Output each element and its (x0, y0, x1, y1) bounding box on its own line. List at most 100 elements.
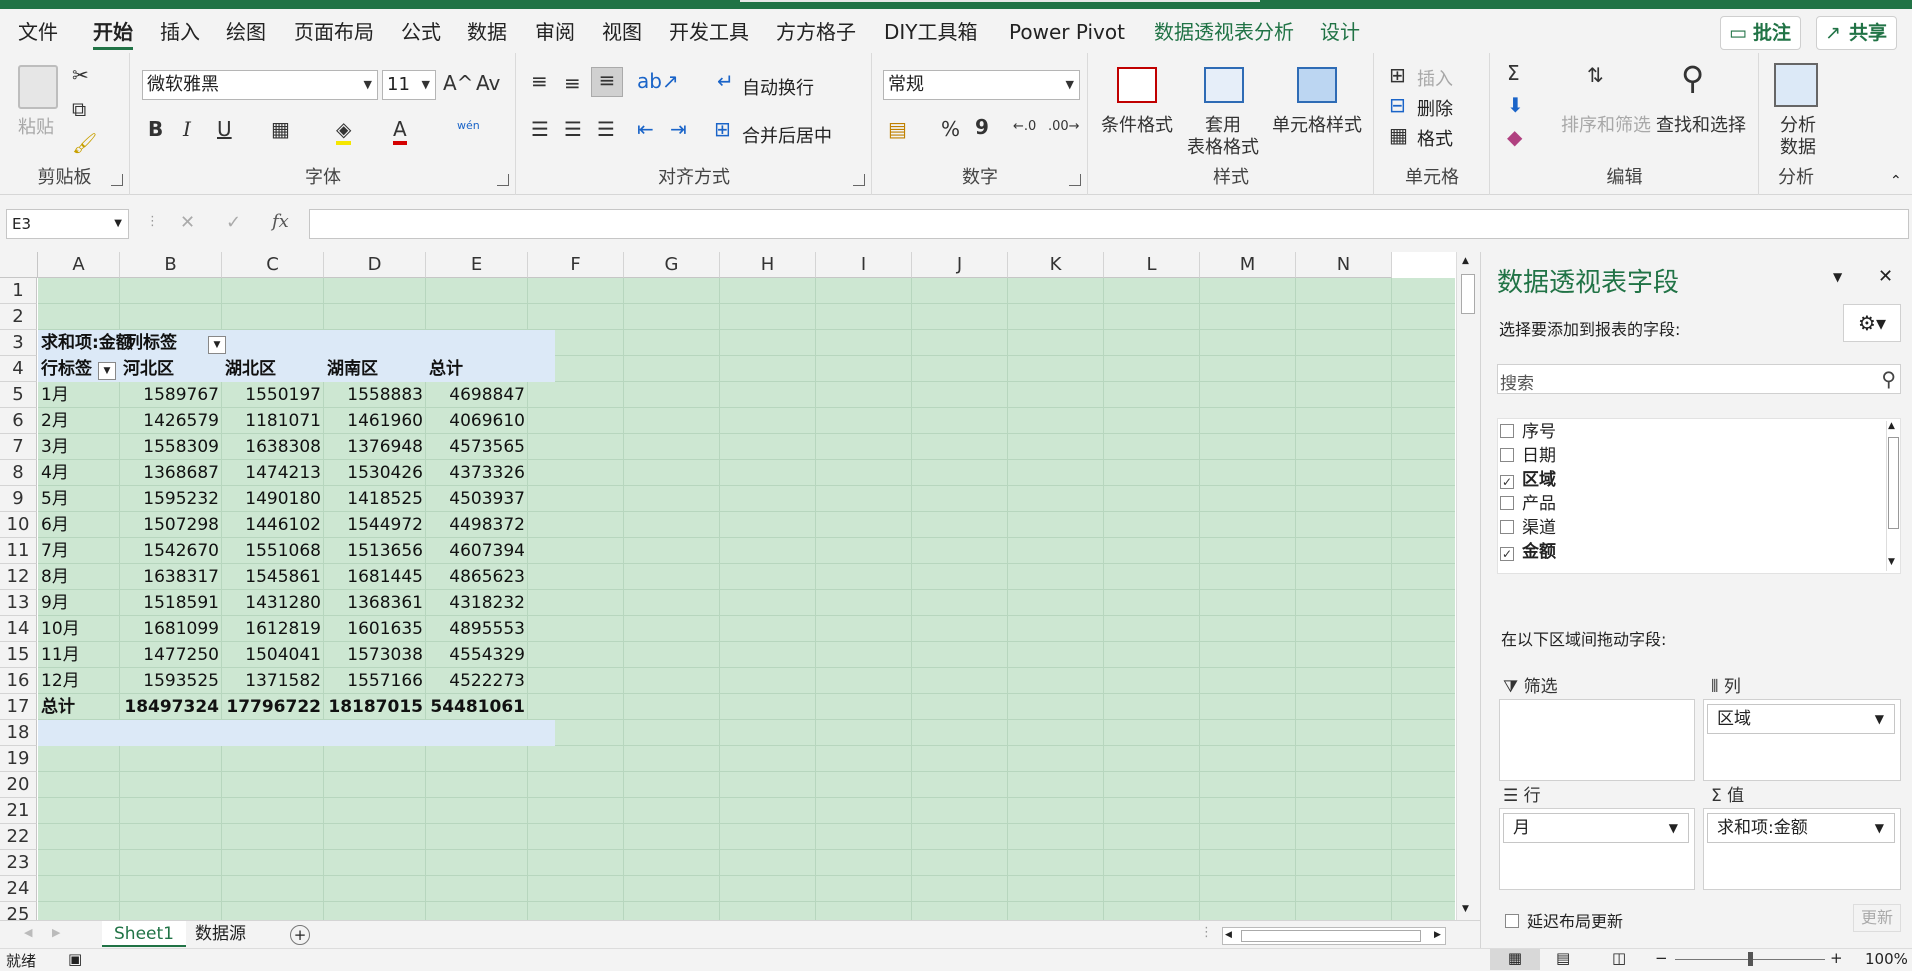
row-header-17[interactable]: 17 (0, 694, 37, 720)
align-left-icon[interactable]: ☰ (531, 117, 549, 141)
tab-ffcell[interactable]: 方方格子 (776, 18, 856, 46)
font-size-select[interactable]: 11 ▼ (382, 70, 436, 100)
paste-icon[interactable] (18, 65, 58, 109)
tab-page-layout[interactable]: 页面布局 (294, 18, 374, 46)
scroll-up-icon[interactable]: ▲ (1462, 256, 1469, 266)
scroll-left-icon[interactable]: ◀ (1225, 930, 1232, 940)
values-area[interactable]: 求和项:金额 ▼ (1703, 808, 1901, 890)
checkbox-icon[interactable]: ✓ (1500, 475, 1514, 489)
checkbox-icon[interactable] (1500, 448, 1514, 462)
gear-icon[interactable]: ⚙▾ (1843, 304, 1901, 342)
tab-diy-toolbox[interactable]: DIY工具箱 (884, 18, 978, 46)
column-header-E[interactable]: E (426, 252, 528, 278)
vertical-scrollbar[interactable]: ▲ ▼ (1456, 252, 1480, 920)
percent-button[interactable]: % (941, 117, 960, 141)
column-header-A[interactable]: A (38, 252, 120, 278)
pane-options-icon[interactable]: ▼ (1833, 270, 1842, 284)
align-middle-icon[interactable]: ≡ (564, 71, 581, 95)
format-cells-button[interactable]: 格式 (1417, 125, 1453, 151)
field-scroll-thumb[interactable] (1888, 437, 1899, 529)
row-header-13[interactable]: 13 (0, 590, 37, 616)
row-header-12[interactable]: 12 (0, 564, 37, 590)
paste-button[interactable]: 粘贴 (18, 113, 54, 139)
find-select-icon[interactable]: ⚲ (1681, 59, 1704, 97)
analyze-data-line2[interactable]: 数据 (1780, 133, 1816, 159)
add-sheet-icon[interactable]: + (290, 925, 310, 945)
format-as-table-line2[interactable]: 表格格式 (1187, 133, 1259, 159)
column-filter-dropdown-icon[interactable]: ▼ (208, 336, 226, 354)
clipboard-launcher-icon[interactable] (111, 174, 123, 186)
column-header-K[interactable]: K (1008, 252, 1104, 278)
autosum-icon[interactable]: Σ (1507, 61, 1520, 85)
shrink-font-button[interactable]: Av (476, 71, 500, 95)
row-header-20[interactable]: 20 (0, 772, 37, 798)
zoom-slider-thumb[interactable] (1748, 952, 1753, 966)
row-header-2[interactable]: 2 (0, 304, 37, 330)
wrap-text-button[interactable]: 自动换行 (742, 74, 814, 100)
find-select-button[interactable]: 查找和选择 (1656, 111, 1746, 137)
number-format-select[interactable]: 常规 ▼ (883, 70, 1080, 100)
insert-function-button[interactable]: fx (272, 211, 289, 232)
increase-decimal-icon[interactable]: ←.0 (1013, 119, 1036, 134)
update-button[interactable]: 更新 (1853, 904, 1901, 932)
row-header-9[interactable]: 9 (0, 486, 37, 512)
fill-color-icon[interactable]: ◈ (336, 117, 352, 145)
comment-button[interactable]: ▭ 批注 (1720, 16, 1802, 50)
rows-field-pill[interactable]: 月 ▼ (1503, 813, 1689, 843)
row-header-1[interactable]: 1 (0, 278, 37, 304)
row-header-19[interactable]: 19 (0, 746, 37, 772)
sort-filter-button[interactable]: 排序和筛选 (1561, 111, 1651, 137)
field-scroll-up-icon[interactable]: ▲ (1888, 421, 1895, 431)
horizontal-scroll-thumb[interactable] (1241, 930, 1421, 942)
field-item[interactable]: ✓ 金额 (1500, 539, 1556, 565)
analyze-data-icon[interactable] (1774, 63, 1818, 107)
delete-cells-button[interactable]: 删除 (1417, 95, 1453, 121)
column-header-G[interactable]: G (624, 252, 720, 278)
vertical-scroll-thumb[interactable] (1461, 274, 1475, 314)
more-options-icon[interactable]: ⋮ (146, 214, 159, 229)
alignment-launcher-icon[interactable] (853, 174, 865, 186)
font-color-icon[interactable]: A (393, 117, 407, 145)
zoom-out-icon[interactable]: − (1655, 949, 1668, 967)
italic-button[interactable]: I (183, 117, 191, 141)
field-item[interactable]: 产品 (1500, 491, 1556, 517)
column-header-M[interactable]: M (1200, 252, 1296, 278)
column-header-J[interactable]: J (912, 252, 1008, 278)
phonetic-button[interactable]: wén (457, 119, 480, 132)
cell-styles-icon[interactable] (1297, 67, 1337, 103)
align-center-icon[interactable]: ☰ (564, 117, 582, 141)
row-header-3[interactable]: 3 (0, 330, 37, 356)
tab-insert[interactable]: 插入 (160, 18, 200, 46)
column-header-F[interactable]: F (528, 252, 624, 278)
cell-styles-button[interactable]: 单元格样式 (1272, 111, 1362, 137)
tab-data[interactable]: 数据 (467, 18, 507, 46)
zoom-level[interactable]: 100% (1865, 950, 1908, 968)
number-launcher-icon[interactable] (1069, 174, 1081, 186)
columns-area[interactable]: 区域 ▼ (1703, 699, 1901, 781)
column-header-D[interactable]: D (324, 252, 426, 278)
row-filter-dropdown-icon[interactable]: ▼ (98, 362, 116, 380)
sheet-tab-data-source[interactable]: 数据源 (183, 921, 258, 947)
values-field-pill[interactable]: 求和项:金额 ▼ (1707, 813, 1895, 843)
checkbox-icon[interactable] (1500, 496, 1514, 510)
tab-draw[interactable]: 绘图 (226, 18, 266, 46)
checkbox-icon[interactable] (1500, 520, 1514, 534)
delete-cells-icon[interactable]: ⊟ (1389, 93, 1406, 117)
grow-font-button[interactable]: A^ (443, 71, 473, 95)
underline-button[interactable]: U (217, 117, 232, 141)
defer-update-checkbox[interactable]: 延迟布局更新 (1505, 908, 1623, 932)
column-header-I[interactable]: I (816, 252, 912, 278)
row-header-10[interactable]: 10 (0, 512, 37, 538)
row-header-4[interactable]: 4 (0, 356, 37, 382)
align-top-icon[interactable]: ≡ (531, 69, 548, 93)
column-header-H[interactable]: H (720, 252, 816, 278)
row-header-18[interactable]: 18 (0, 720, 37, 746)
wrap-text-icon[interactable]: ↵ (717, 69, 734, 93)
rows-area[interactable]: 月 ▼ (1499, 808, 1695, 890)
row-header-23[interactable]: 23 (0, 850, 37, 876)
page-layout-view-icon[interactable]: ▤ (1556, 949, 1570, 967)
insert-cells-button[interactable]: 插入 (1417, 65, 1453, 91)
format-painter-icon[interactable]: 🖌 (72, 131, 97, 155)
close-icon[interactable]: ✕ (1878, 266, 1893, 287)
field-scroll-down-icon[interactable]: ▼ (1888, 557, 1895, 567)
